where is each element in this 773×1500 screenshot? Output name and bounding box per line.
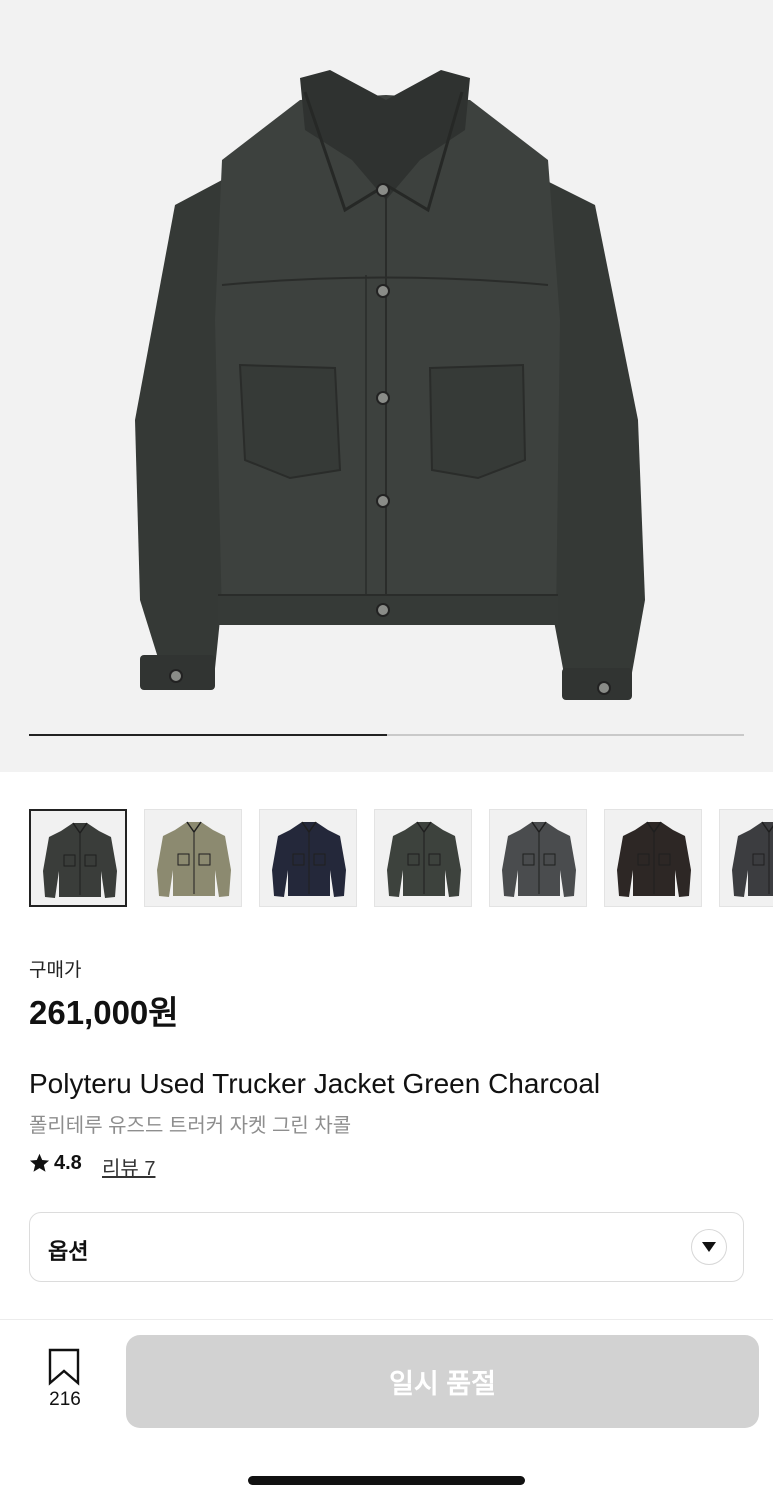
bookmark-button[interactable]: 216 (40, 1345, 90, 1417)
thumb-charcoal[interactable] (29, 809, 127, 907)
thumb-brown[interactable] (604, 809, 702, 907)
thumb-grey[interactable] (489, 809, 587, 907)
gallery-progress-fill (29, 734, 387, 736)
jacket-thumbnail-image (272, 821, 346, 897)
price-label: 구매가 (29, 960, 82, 981)
jacket-thumbnail-image (502, 821, 576, 897)
thumbnail-strip[interactable] (29, 809, 773, 910)
bookmark-icon (48, 1348, 80, 1386)
option-select[interactable]: 옵션 (29, 1212, 744, 1282)
jacket-thumbnail-image (43, 822, 117, 898)
thumb-green[interactable] (374, 809, 472, 907)
option-label: 옵션 (48, 1239, 89, 1264)
jacket-thumbnail-image (387, 821, 461, 897)
star-icon (29, 1153, 50, 1172)
thumb-navy[interactable] (259, 809, 357, 907)
gallery-progress-bar (29, 734, 744, 736)
price-value: 261,000원 (29, 994, 179, 1031)
jacket-thumbnail-image (617, 821, 691, 897)
chevron-down-icon[interactable] (691, 1229, 727, 1265)
review-link[interactable]: 리뷰 7 (102, 1152, 155, 1181)
thumb-black[interactable] (719, 809, 773, 907)
home-indicator[interactable] (248, 1476, 525, 1485)
product-image-gallery[interactable] (0, 0, 773, 772)
product-title-en: Polyteru Used Trucker Jacket Green Charc… (29, 1068, 601, 1099)
jacket-thumbnail-image (732, 821, 773, 897)
product-title-ko: 폴리테루 유즈드 트러커 자켓 그린 차콜 (29, 1115, 352, 1137)
jacket-thumbnail-image (157, 821, 231, 897)
thumb-camo[interactable] (144, 809, 242, 907)
sold-out-button[interactable]: 일시 품절 (126, 1335, 759, 1428)
jacket-photo (135, 70, 645, 700)
bookmark-count: 216 (49, 1389, 81, 1410)
rating-value: 4.8 (54, 1152, 82, 1174)
footer-divider (0, 1319, 773, 1320)
